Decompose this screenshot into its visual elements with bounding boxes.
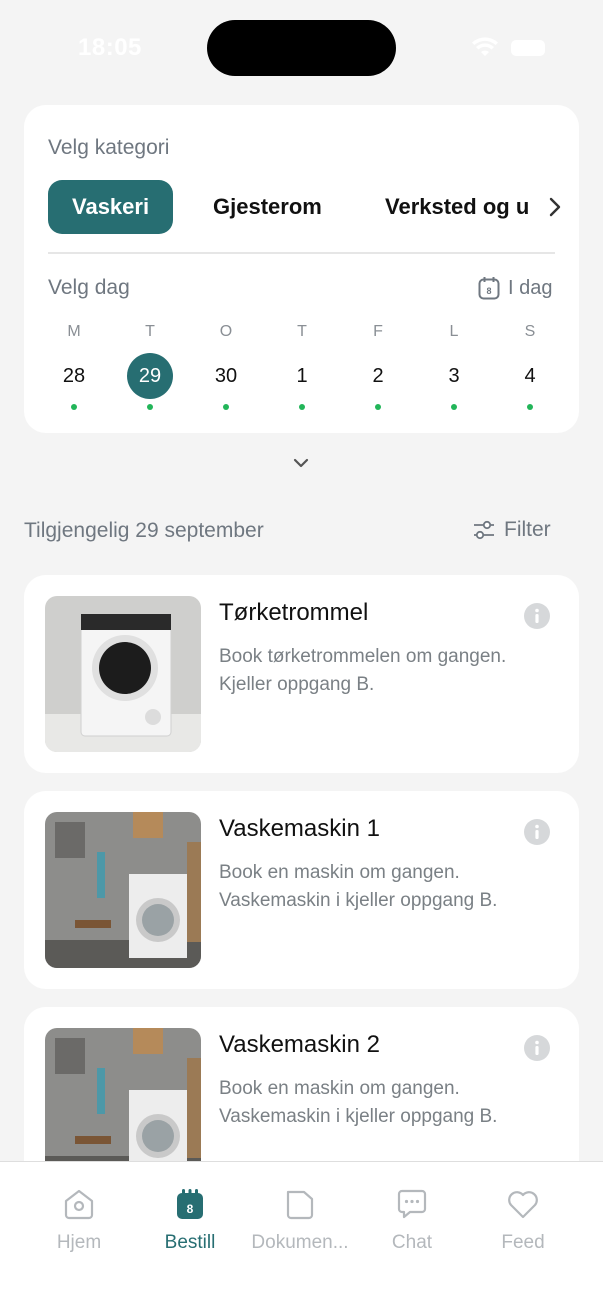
resource-title: Vaskemaskin 1 xyxy=(219,815,380,842)
tab-bestill[interactable]: 8 Bestill xyxy=(135,1186,245,1254)
battery-icon xyxy=(511,40,545,56)
tab-hjem[interactable]: Hjem xyxy=(24,1186,134,1254)
calendar-today-icon: 8 xyxy=(478,277,500,300)
date-cell-selected[interactable]: 29 xyxy=(127,353,173,399)
today-button[interactable]: 8 I dag xyxy=(478,275,552,301)
category-label: Velg kategori xyxy=(48,136,170,159)
date-cell[interactable]: 1 xyxy=(264,353,340,399)
availability-dot xyxy=(223,404,229,410)
status-bar: 18:05 xyxy=(0,0,603,96)
date-row: 28 29 30 1 2 3 4 xyxy=(36,353,568,399)
availability-dot xyxy=(299,404,305,410)
resource-title: Tørketrommel xyxy=(219,599,369,626)
chip-verksted[interactable]: Verksted og u xyxy=(385,180,548,234)
date-cell[interactable]: 4 xyxy=(492,353,568,399)
tab-label: Chat xyxy=(391,1232,433,1253)
washing-machine-image xyxy=(45,1028,201,1161)
resource-card-dryer[interactable]: Tørketrommel Book tørketrommelen om gang… xyxy=(24,575,579,773)
filter-label: Filter xyxy=(504,518,551,541)
description-line: Vaskemaskin i kjeller oppgang B. xyxy=(219,1106,498,1127)
day-label: Velg dag xyxy=(48,276,130,299)
resource-description: Book tørketrommelen om gangen. Kjeller o… xyxy=(219,643,559,699)
date-cell[interactable]: 30 xyxy=(188,353,264,399)
resource-card-washer-2[interactable]: Vaskemaskin 2 Book en maskin om gangen. … xyxy=(24,1007,579,1161)
tab-chat[interactable]: Chat xyxy=(357,1186,467,1254)
filter-button[interactable]: Filter xyxy=(472,518,551,542)
divider xyxy=(48,252,555,254)
chip-vaskeri[interactable]: Vaskeri xyxy=(48,180,174,234)
available-title: Tilgjengelig 29 september xyxy=(24,519,264,542)
description-line: Book tørketrommelen om gangen. xyxy=(219,646,507,667)
date-cell[interactable]: 3 xyxy=(416,353,492,399)
today-label: I dag xyxy=(508,276,553,299)
availability-dot xyxy=(147,404,153,410)
description-line: Kjeller oppgang B. xyxy=(219,674,375,695)
expand-calendar-chevron-down-icon[interactable] xyxy=(291,456,311,470)
tab-label: Hjem xyxy=(56,1232,102,1253)
chevron-right-icon[interactable] xyxy=(548,197,562,217)
info-icon[interactable] xyxy=(524,603,550,629)
today-icon-number: 8 xyxy=(486,286,491,296)
description-line: Book en maskin om gangen. xyxy=(219,862,460,883)
resource-description: Book en maskin om gangen. Vaskemaskin i … xyxy=(219,1075,559,1131)
weekday: T xyxy=(145,323,155,340)
resource-title: Vaskemaskin 2 xyxy=(219,1031,380,1058)
booking-selector-card: Velg kategori Vaskeri Gjesterom Verksted… xyxy=(24,105,579,433)
description-line: Vaskemaskin i kjeller oppgang B. xyxy=(219,890,498,911)
chat-icon xyxy=(397,1189,427,1219)
weekday-row: M T O T F L S xyxy=(36,323,568,341)
info-icon[interactable] xyxy=(524,819,550,845)
weekday: S xyxy=(524,323,536,340)
status-time: 18:05 xyxy=(78,34,142,61)
chip-gjesterom[interactable]: Gjesterom xyxy=(213,180,322,234)
description-line: Book en maskin om gangen. xyxy=(219,1078,460,1099)
tab-bar: Hjem 8 Bestill Dokumen... Chat Feed xyxy=(0,1161,603,1311)
dynamic-island xyxy=(207,20,396,76)
availability-dot xyxy=(71,404,77,410)
tumble-dryer-image xyxy=(45,596,201,752)
heart-icon xyxy=(508,1191,538,1219)
folder-icon xyxy=(286,1190,314,1220)
calendar-badge-number: 8 xyxy=(187,1202,194,1216)
weekday: F xyxy=(373,323,383,340)
availability-dot xyxy=(451,404,457,410)
availability-dot xyxy=(527,404,533,410)
tab-dokumenter[interactable]: Dokumen... xyxy=(245,1186,355,1254)
home-icon xyxy=(64,1189,94,1220)
weekday: L xyxy=(449,323,459,340)
resource-description: Book en maskin om gangen. Vaskemaskin i … xyxy=(219,859,559,915)
calendar-icon: 8 xyxy=(177,1189,203,1219)
weekday: T xyxy=(297,323,307,340)
tab-label: Bestill xyxy=(164,1232,216,1253)
date-cell[interactable]: 28 xyxy=(36,353,112,399)
wifi-icon xyxy=(472,37,498,56)
resource-card-washer-1[interactable]: Vaskemaskin 1 Book en maskin om gangen. … xyxy=(24,791,579,989)
info-icon[interactable] xyxy=(524,1035,550,1061)
tab-label: Dokumen... xyxy=(251,1232,349,1253)
availability-dots xyxy=(36,404,568,410)
weekday: O xyxy=(219,323,233,340)
tab-feed[interactable]: Feed xyxy=(468,1186,578,1254)
category-chips: Vaskeri Gjesterom Verksted og u xyxy=(48,180,548,234)
tab-label: Feed xyxy=(501,1232,545,1253)
availability-dot xyxy=(375,404,381,410)
weekday: M xyxy=(67,323,81,340)
date-cell[interactable]: 2 xyxy=(340,353,416,399)
filter-icon xyxy=(474,520,494,540)
washing-machine-image xyxy=(45,812,201,968)
